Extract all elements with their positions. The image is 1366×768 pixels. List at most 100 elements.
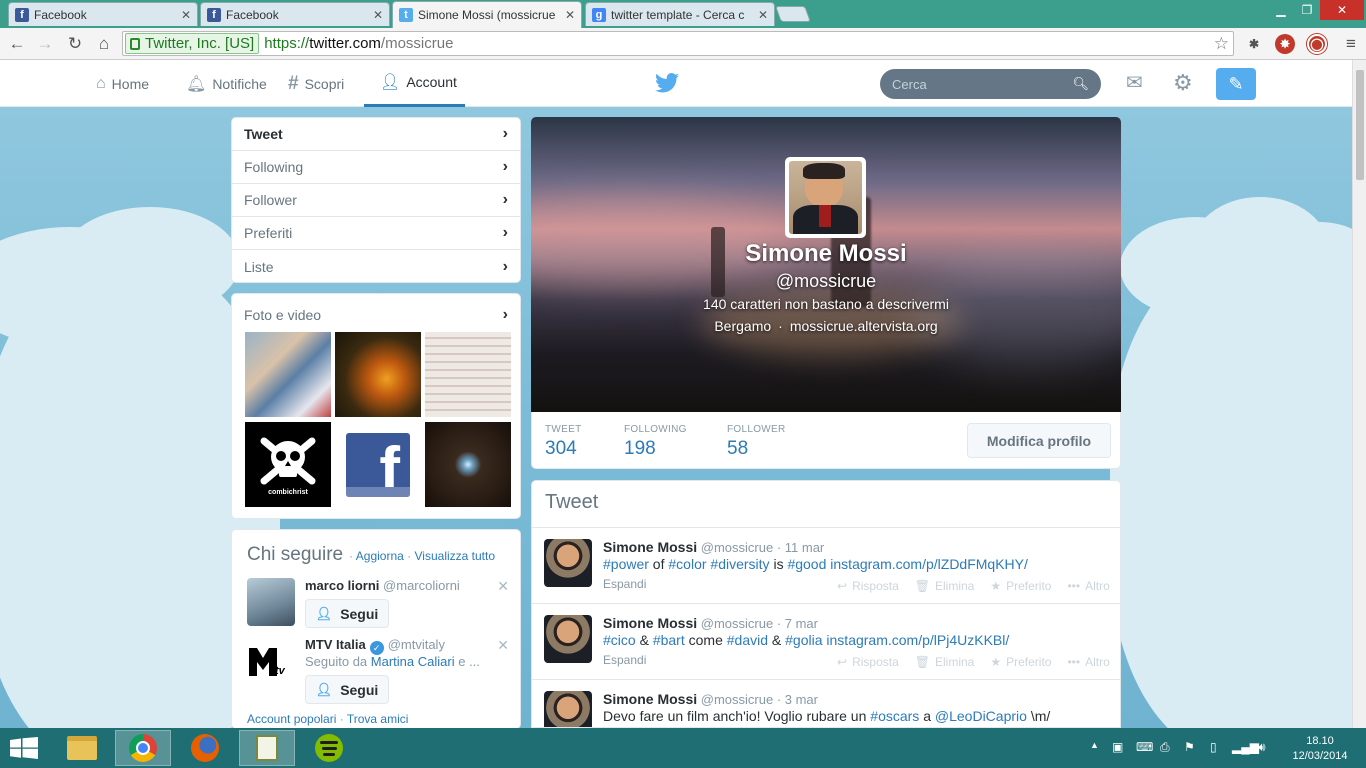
nav-home[interactable]: ⌂ Home <box>96 60 149 107</box>
minimize-icon[interactable]: ▁ <box>1268 0 1294 20</box>
windows-start-icon[interactable] <box>10 737 38 759</box>
more-button[interactable]: ••• Altro <box>1067 579 1109 593</box>
suggested-user-name[interactable]: MTV Italia <box>305 637 366 652</box>
tweet[interactable]: Simone Mossi @mossicrue · 7 mar #cico & #… <box>532 604 1120 680</box>
printer-icon[interactable]: ⎙ <box>1160 740 1170 755</box>
expand-link[interactable]: Espandi <box>603 653 646 667</box>
tweet-link[interactable]: instagram.com/p/lPj4UzKKBl/ <box>826 632 1009 648</box>
close-tab-icon[interactable]: ✕ <box>373 8 383 22</box>
volume-icon[interactable]: 🔊︎ <box>1258 740 1266 755</box>
tweet-link[interactable]: @LeoDiCaprio <box>935 708 1027 724</box>
bookmark-star-icon[interactable]: ☆ <box>1214 34 1229 54</box>
sidebar-item-tweet[interactable]: Tweet › <box>232 118 520 151</box>
extension-icon[interactable]: ✸ <box>1275 34 1295 54</box>
sidebar-item-following[interactable]: Following › <box>232 151 520 184</box>
tweet-timestamp[interactable]: 7 mar <box>785 616 818 631</box>
adblock-icon[interactable]: ◯ <box>1307 34 1327 54</box>
tweet-link[interactable]: #david <box>727 632 768 648</box>
media-thumbnail[interactable] <box>245 332 331 417</box>
tweet-author-name[interactable]: Simone Mossi <box>603 691 697 707</box>
followed-by-user-link[interactable]: Martina Caliari <box>371 654 455 669</box>
gear-icon[interactable]: ⚙ <box>1173 70 1193 96</box>
browser-tab[interactable]: f Facebook ✕ <box>200 2 390 26</box>
search-input[interactable]: Cerca 🔍︎ <box>880 69 1101 99</box>
delete-button[interactable]: 🗑︎ Elimina <box>915 655 975 669</box>
tweet-link[interactable]: #cico <box>603 632 636 648</box>
dismiss-icon[interactable]: ✕ <box>497 637 509 654</box>
action-center-flag-icon[interactable]: ⚑ <box>1184 740 1195 754</box>
favorite-button[interactable]: ★ Preferito <box>990 655 1051 669</box>
battery-icon[interactable]: ▯ <box>1210 740 1217 754</box>
avatar[interactable] <box>247 578 295 626</box>
refresh-link[interactable]: Aggiorna <box>356 549 404 563</box>
tweet-timestamp[interactable]: 3 mar <box>785 692 818 707</box>
profile-website-link[interactable]: mossicrue.altervista.org <box>790 318 938 334</box>
tweet-link[interactable]: #color <box>668 556 706 572</box>
close-tab-icon[interactable]: ✕ <box>181 8 191 22</box>
restore-icon[interactable]: ❐ <box>1294 0 1320 20</box>
sidebar-item-favorites[interactable]: Preferiti › <box>232 217 520 250</box>
reply-button[interactable]: ↩ Risposta <box>837 655 899 669</box>
follow-button[interactable]: 👤︎ Segui <box>305 675 389 704</box>
nav-notifications[interactable]: 🔔︎ Notifiche <box>186 60 267 107</box>
avatar[interactable] <box>544 691 592 727</box>
stat-followers[interactable]: FOLLOWER 58 <box>727 424 786 460</box>
scrollbar-thumb[interactable] <box>1356 70 1364 180</box>
media-thumbnail[interactable] <box>335 332 421 417</box>
menu-icon[interactable]: ≡ <box>1340 33 1362 55</box>
tweet-author-name[interactable]: Simone Mossi <box>603 615 697 631</box>
reply-button[interactable]: ↩ Risposta <box>837 579 899 593</box>
home-icon[interactable]: ⌂ <box>93 33 115 55</box>
network-signal-icon[interactable]: ▂▄▆ <box>1232 740 1259 754</box>
edit-profile-button[interactable]: Modifica profilo <box>967 423 1111 458</box>
close-tab-icon[interactable]: ✕ <box>565 8 575 22</box>
suggested-user-name[interactable]: marco liorni <box>305 578 379 593</box>
browser-tab[interactable]: g twitter template - Cerca c ✕ <box>585 2 775 26</box>
show-hidden-icons[interactable]: ▲ <box>1090 740 1099 750</box>
forward-icon[interactable]: → <box>34 33 56 55</box>
avatar[interactable]: tv <box>247 637 295 685</box>
dismiss-icon[interactable]: ✕ <box>497 578 509 595</box>
tweet[interactable]: Simone Mossi @mossicrue · 3 mar Devo fare… <box>532 680 1120 727</box>
stat-following[interactable]: FOLLOWING 198 <box>624 424 687 460</box>
keyboard-icon[interactable]: ⌨ <box>1136 740 1153 754</box>
tweet-link[interactable]: #good <box>787 556 826 572</box>
follow-button[interactable]: 👤︎ Segui <box>305 599 389 628</box>
sidebar-item-follower[interactable]: Follower › <box>232 184 520 217</box>
expand-link[interactable]: Espandi <box>603 577 646 591</box>
tweet-link[interactable]: #oscars <box>870 708 919 724</box>
taskbar-clock[interactable]: 18.10 12/03/2014 <box>1288 734 1352 764</box>
avatar[interactable] <box>544 539 592 587</box>
profile-avatar[interactable] <box>785 157 866 238</box>
browser-tab[interactable]: f Facebook ✕ <box>8 2 198 26</box>
stat-tweets[interactable]: TWEET 304 <box>545 424 582 460</box>
tweet[interactable]: Simone Mossi @mossicrue · 11 mar #power o… <box>532 528 1120 604</box>
page-scrollbar[interactable] <box>1352 60 1366 728</box>
nav-discover[interactable]: # Scopri <box>288 60 344 107</box>
address-bar[interactable]: Twitter, Inc. [US] https:// twitter.com … <box>122 31 1234 56</box>
office-icon[interactable]: ▣ <box>1112 740 1123 754</box>
media-thumbnail[interactable] <box>425 422 511 507</box>
tweet-link[interactable]: instagram.com/p/lZDdFMqKHY/ <box>830 556 1028 572</box>
media-header[interactable]: Foto e video › <box>232 294 520 336</box>
media-thumbnail[interactable]: f <box>335 422 421 507</box>
tweet-link[interactable]: #bart <box>653 632 685 648</box>
tweet-author-name[interactable]: Simone Mossi <box>603 539 697 555</box>
close-window-icon[interactable]: ✕ <box>1320 0 1364 20</box>
close-tab-icon[interactable]: ✕ <box>758 8 768 22</box>
reload-icon[interactable]: ↻ <box>64 33 86 55</box>
new-tab-button[interactable] <box>775 6 811 22</box>
nav-account[interactable]: 👤︎ Account <box>364 60 465 107</box>
view-all-link[interactable]: Visualizza tutto <box>415 549 496 563</box>
chrome-icon[interactable] <box>115 730 171 766</box>
avatar[interactable] <box>544 615 592 663</box>
messages-icon[interactable]: ✉ <box>1126 70 1143 95</box>
favorite-button[interactable]: ★ Preferito <box>990 579 1051 593</box>
file-explorer-icon[interactable] <box>54 730 110 766</box>
tweet-link[interactable]: #power <box>603 556 649 572</box>
browser-tab-active[interactable]: t Simone Mossi (mossicrue ✕ <box>392 1 582 28</box>
tweet-link[interactable]: #golia <box>785 632 822 648</box>
sidebar-item-lists[interactable]: Liste › <box>232 250 520 282</box>
media-thumbnail[interactable] <box>425 332 511 417</box>
media-thumbnail[interactable]: combichrist <box>245 422 331 507</box>
